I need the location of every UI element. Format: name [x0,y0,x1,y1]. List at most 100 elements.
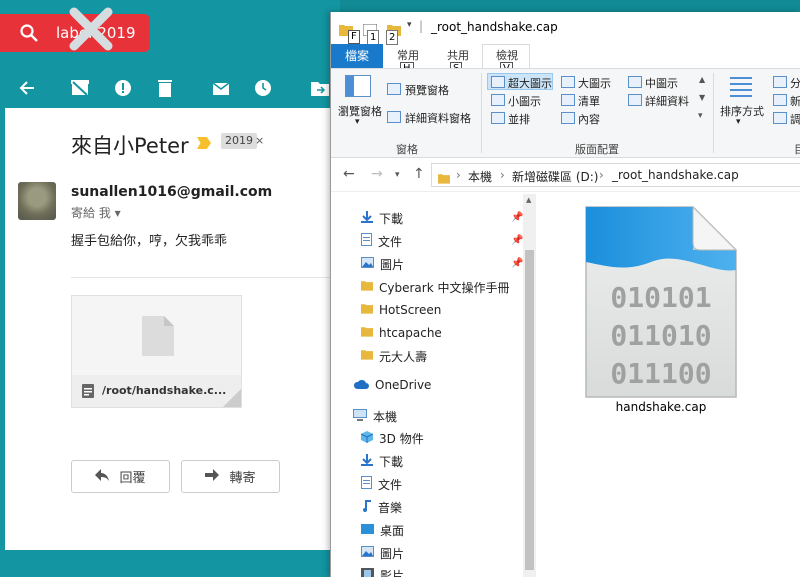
recipient-line[interactable]: 寄給 我 ▾ [71,204,121,221]
archive-icon[interactable] [70,78,90,98]
file-item[interactable]: 010101 011010 011100 handshake.cap [571,204,751,414]
tab-file[interactable]: 檔案 [331,44,383,68]
scroll-down-icon[interactable]: ▼ [699,93,705,102]
forward-button[interactable]: 轉寄 [181,460,280,493]
tab-home[interactable]: 常用 [397,47,419,63]
customize-qat-icon[interactable]: ▾ [407,20,412,30]
expand-gallery-icon[interactable]: ▾ [698,111,703,121]
small-icons-button[interactable]: 小圖示 [508,93,541,109]
sidebar-item-desktop[interactable]: 桌面 [361,520,404,540]
medium-icons-button[interactable]: 中圖示 [645,75,678,91]
sort-by-icon[interactable] [730,75,752,103]
sidebar-item-downloads-pc[interactable]: 下載 [361,451,403,471]
sidebar-item-onedrive[interactable]: OneDrive [353,375,431,395]
chevron-down-icon[interactable]: ▾ [736,117,741,127]
attachment-card[interactable]: /root/handshake.c... [71,295,242,408]
pin-icon[interactable]: 📌 [511,235,523,246]
desktop-icon [361,523,374,537]
file-name[interactable]: handshake.cap [571,400,751,414]
nav-pane-scrollbar[interactable]: ▲ [523,194,536,577]
music-icon [361,499,372,515]
tab-share[interactable]: 共用 [447,47,469,63]
message-card: 來自小Peter 2019 × sunallen1016@gmail.com 寄… [5,108,340,550]
tiles-button[interactable]: 並排 [508,111,530,127]
label-remove-button[interactable]: × [255,133,264,149]
sidebar-item-videos[interactable]: 影片 [361,565,404,577]
sidebar-item-3d-objects[interactable]: 3D 物件 [360,428,424,448]
list-button[interactable]: 清單 [578,93,600,109]
breadcrumb-this-pc[interactable]: 本機 [468,168,492,185]
sidebar-item-cyberark[interactable]: Cyberark 中文操作手冊 [361,277,509,297]
up-icon[interactable]: ↑ [413,166,425,182]
snooze-icon[interactable] [253,78,273,98]
sidebar-item-yuanta[interactable]: 元大人壽 [361,346,427,366]
title-bar[interactable]: 1 2 ▾ | _root_handshake.cap [331,12,800,45]
move-to-icon[interactable] [310,78,330,98]
picture-icon [361,257,374,271]
chevron-down-icon[interactable]: ▾ [115,206,121,220]
delete-icon[interactable] [155,78,175,98]
recent-locations-icon[interactable]: ▾ [395,170,400,180]
breadcrumb-separator[interactable]: › [599,168,604,182]
panes-group-label: 窗格 [396,143,418,156]
details-button[interactable]: 詳細資料 [645,93,689,109]
download-icon [361,453,373,469]
content-button[interactable]: 內容 [578,111,600,127]
forward-icon [205,468,220,485]
sidebar-item-music[interactable]: 音樂 [361,497,402,517]
recipient-text[interactable]: 寄給 我 [71,206,111,220]
group-by-button[interactable]: 分 [790,75,800,91]
attachment-name[interactable]: /root/handshake.c... [102,384,226,397]
pin-icon[interactable]: 📌 [511,212,523,223]
document-icon [361,476,372,492]
sidebar-item-htcapache[interactable]: htcapache [361,323,442,343]
details-pane-button[interactable]: 詳細資料窗格 [405,110,471,126]
breadcrumb-folder[interactable]: _root_handshake.cap [612,168,739,182]
pin-icon[interactable]: 📌 [511,258,523,269]
back-icon[interactable]: ← [343,166,355,182]
sidebar-item-hotscreen[interactable]: HotScreen [361,300,441,320]
size-columns-icon [773,112,787,124]
important-marker-icon[interactable] [197,137,211,149]
navigation-pane-button[interactable]: 瀏覽窗格 [338,103,382,119]
mark-unread-icon[interactable] [211,78,231,98]
breadcrumb-drive[interactable]: 新增磁碟區 (D:) [512,168,598,185]
forward-icon[interactable]: → [371,166,383,182]
tab-view-label[interactable]: 檢視 [496,47,518,63]
scroll-up-icon[interactable]: ▲ [699,75,705,84]
quick-access-key-2: 2 [386,30,399,45]
document-icon [361,233,372,249]
sidebar-item-label: htcapache [379,326,442,340]
scroll-up-icon[interactable]: ▲ [526,196,531,204]
breadcrumb-separator[interactable]: › [500,168,505,182]
chevron-down-icon[interactable]: ▾ [355,117,360,127]
sidebar-item-documents-pc[interactable]: 文件 [361,474,402,494]
back-arrow-icon[interactable] [17,78,37,98]
sidebar-item-label: 影片 [380,568,405,577]
large-icons-button[interactable]: 大圖示 [578,75,611,91]
ribbon: 瀏覽窗格 ▾ 預覽窗格 詳細資料窗格 窗格 超大圖示 大圖示 中圖示 小圖示 清… [331,68,800,158]
sidebar-item-pictures-pc[interactable]: 圖片 [361,543,404,563]
binary-line-2: 011010 [610,319,711,352]
address-field[interactable]: › 本機 › 新增磁碟區 (D:) › _root_handshake.cap [431,163,800,187]
preview-pane-button[interactable]: 預覽窗格 [405,82,449,98]
extra-large-icons-button[interactable]: 超大圖示 [508,75,552,91]
sidebar-item-documents[interactable]: 文件 [361,231,402,251]
sort-by-button[interactable]: 排序方式 [720,103,764,119]
breadcrumb-separator[interactable]: › [456,168,461,182]
label-chip[interactable]: 2019 [221,133,257,149]
report-spam-icon[interactable] [113,78,133,98]
reply-button[interactable]: 回覆 [71,460,170,493]
add-columns-button[interactable]: 新 [790,93,800,109]
search-icon[interactable] [20,24,38,46]
sidebar-item-pictures[interactable]: 圖片 [361,254,404,274]
size-columns-button[interactable]: 調 [790,111,800,127]
attachment-bar[interactable]: /root/handshake.c... [72,375,241,407]
navigation-pane-icon[interactable] [345,75,371,101]
cap-file-icon[interactable]: 010101 011010 011100 [571,204,751,400]
scrollbar-thumb[interactable] [525,250,534,570]
sidebar-item-this-pc[interactable]: 本機 [353,406,397,426]
file-type-icon [82,383,94,402]
divider [71,277,333,278]
sidebar-item-downloads[interactable]: 下載 [361,208,403,228]
